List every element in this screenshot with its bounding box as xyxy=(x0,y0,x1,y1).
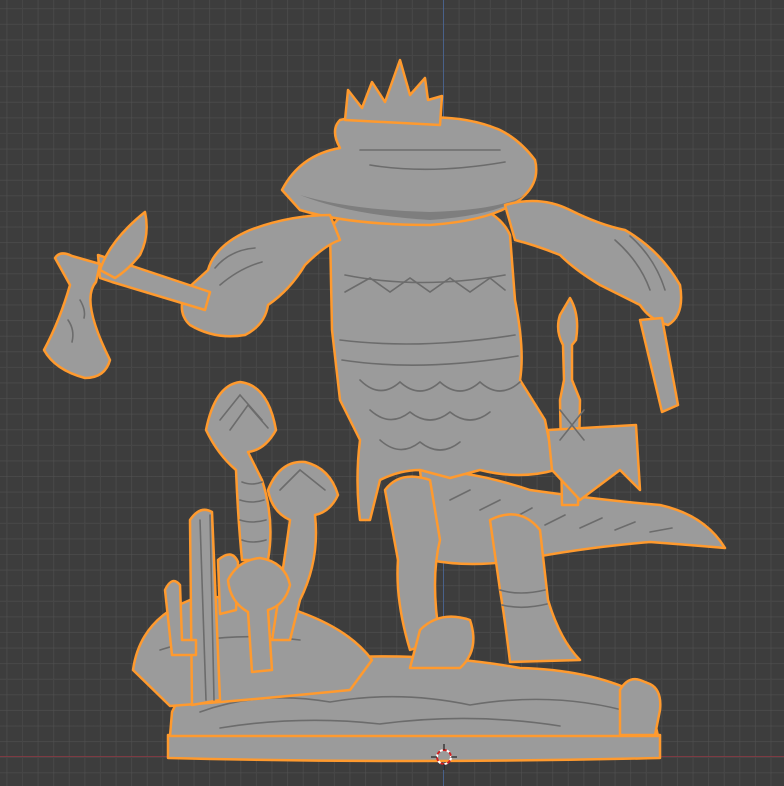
torch-staff[interactable] xyxy=(546,296,642,507)
3d-viewport[interactable] xyxy=(0,0,784,786)
head-crest[interactable] xyxy=(343,58,444,127)
selected-model[interactable] xyxy=(0,0,784,786)
right-arm[interactable] xyxy=(503,199,683,414)
3d-cursor-icon[interactable] xyxy=(431,744,457,770)
shoulder-armor[interactable] xyxy=(280,113,538,227)
rock-right[interactable] xyxy=(618,677,662,737)
left-arm[interactable] xyxy=(180,213,342,338)
battle-axe[interactable] xyxy=(42,210,212,380)
creature-torso[interactable] xyxy=(328,194,557,522)
